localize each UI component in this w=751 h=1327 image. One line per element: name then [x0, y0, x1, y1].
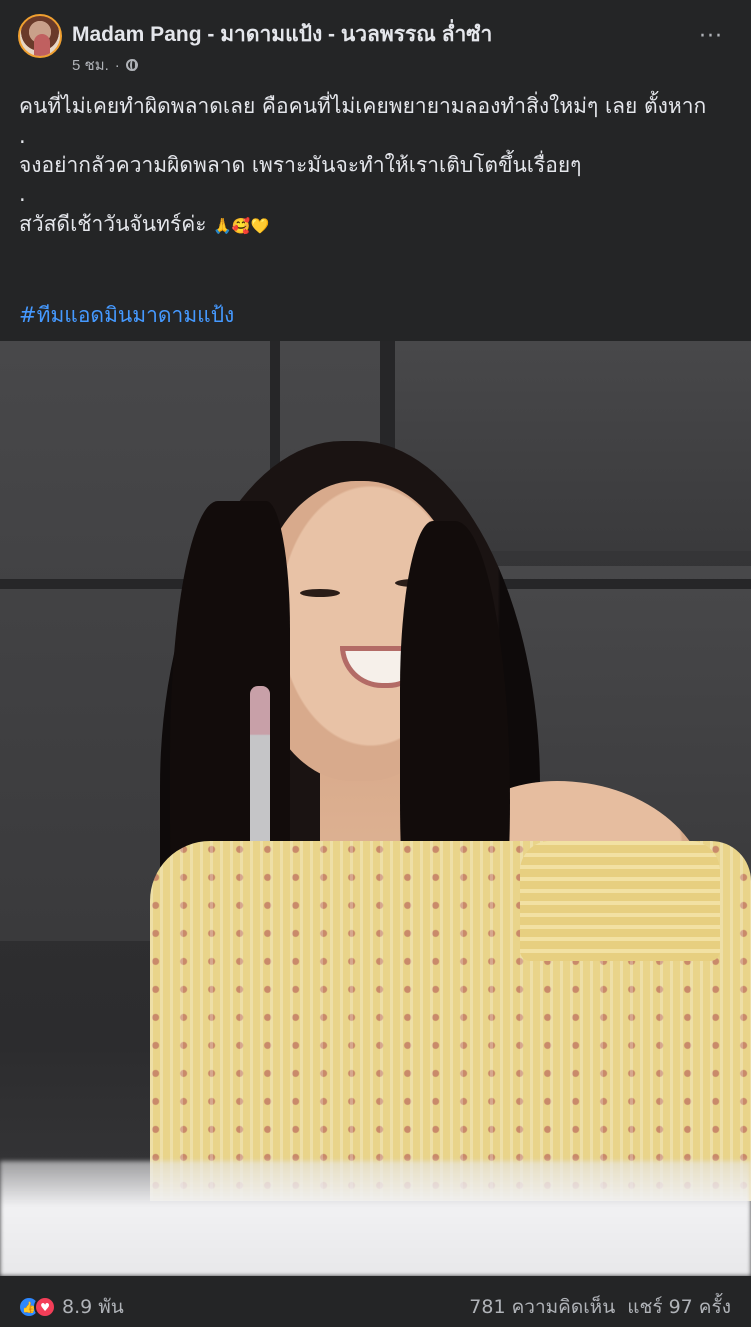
author-name[interactable]: Madam Pang - มาดามแป้ง - นวลพรรณ ล่ำซำ	[72, 18, 492, 51]
more-options-icon[interactable]: ···	[693, 22, 729, 52]
post-timestamp[interactable]: 5 ชม.	[72, 53, 109, 77]
post-text-dot-1: .	[19, 123, 26, 148]
hashtag-link[interactable]: #ทีมแอดมินมาดามแป้ง	[19, 299, 234, 332]
love-icon: ♥	[34, 1296, 56, 1318]
engagement-stats: 781 ความคิดเห็น แชร์ 97 ครั้ง	[469, 1292, 731, 1322]
shares-count[interactable]: แชร์ 97 ครั้ง	[627, 1292, 731, 1322]
eye	[300, 589, 340, 597]
meta-separator: ·	[114, 56, 120, 74]
post-text: คนที่ไม่เคยทำผิดพลาดเลย คือคนที่ไม่เคยพย…	[19, 90, 734, 240]
post-text-line-1: คนที่ไม่เคยทำผิดพลาดเลย คือคนที่ไม่เคยพย…	[19, 94, 707, 118]
post-header: Madam Pang - มาดามแป้ง - นวลพรรณ ล่ำซำ 5…	[0, 0, 751, 86]
post-text-line-2: จงอย่ากลัวความผิดพลาด เพราะมันจะทำให้เรา…	[19, 152, 582, 177]
reaction-count[interactable]: 8.9 พัน	[62, 1292, 124, 1322]
comments-count[interactable]: 781 ความคิดเห็น	[469, 1292, 615, 1322]
post-meta: 5 ชม. ·	[72, 53, 138, 77]
post-footer: 👍 ♥ 8.9 พัน 781 ความคิดเห็น แชร์ 97 ครั้…	[0, 1276, 751, 1327]
post-photo[interactable]	[0, 341, 751, 1276]
earring	[250, 686, 270, 846]
reactions-summary[interactable]: 👍 ♥ 8.9 พัน	[18, 1292, 124, 1322]
facebook-post: Madam Pang - มาดามแป้ง - นวลพรรณ ล่ำซำ 5…	[0, 0, 751, 1327]
greeting-text: สวัสดีเช้าวันจันทร์ค่ะ	[19, 211, 207, 236]
blouse-smocking	[520, 841, 720, 961]
emoji-group: 🙏🥰💛	[213, 216, 270, 235]
globe-icon[interactable]	[125, 59, 138, 71]
foreground-blur	[0, 1161, 751, 1276]
post-text-dot-2: .	[19, 182, 26, 207]
post-text-line-3: สวัสดีเช้าวันจันทร์ค่ะ 🙏🥰💛	[19, 208, 734, 241]
author-avatar[interactable]	[18, 14, 62, 58]
